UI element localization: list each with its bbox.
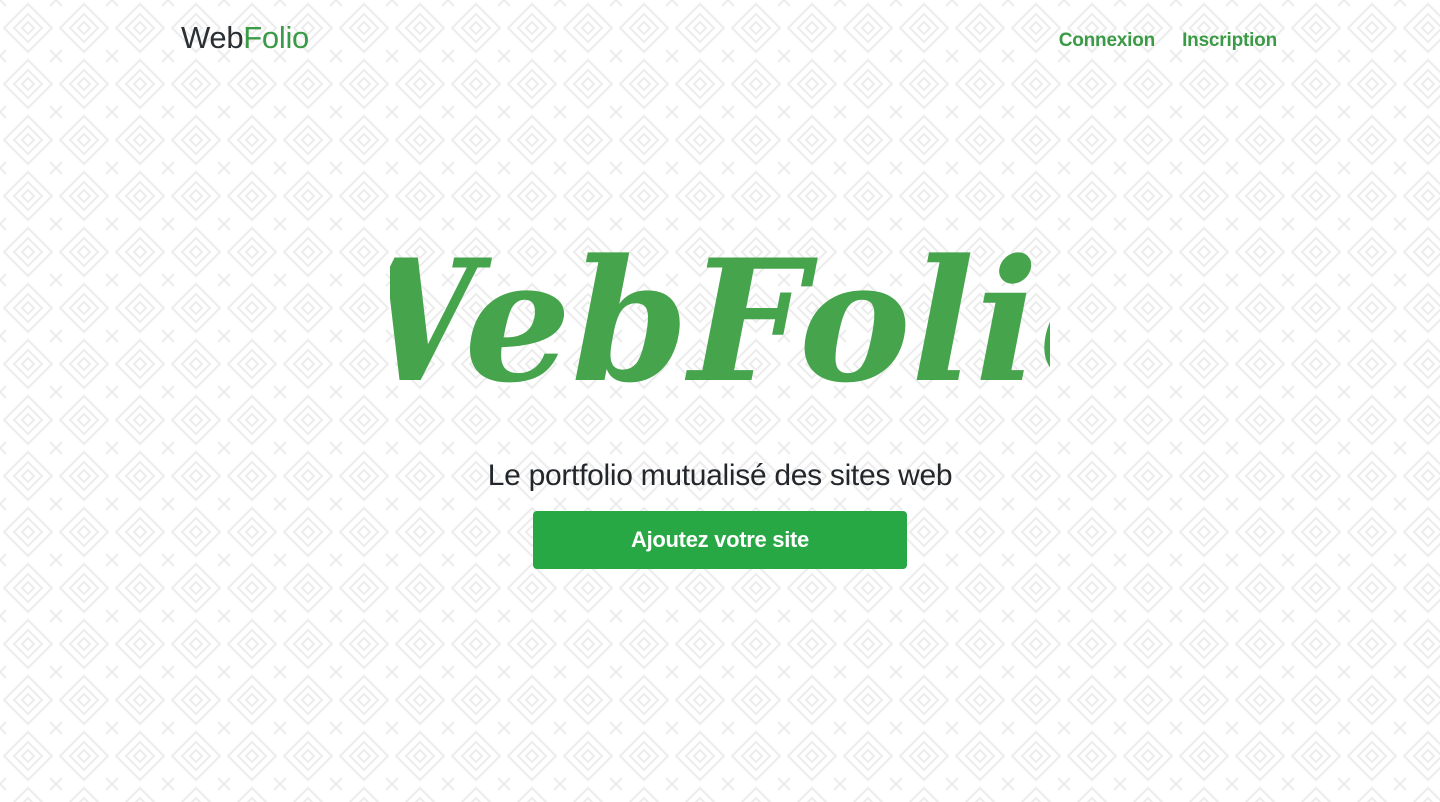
brand-logo[interactable]: WebFolio: [181, 18, 309, 58]
tagline: Le portfolio mutualisé des sites web: [487, 459, 953, 492]
brand-part-folio: Folio: [243, 20, 309, 55]
hero-logo: WebFolio: [390, 230, 1050, 420]
signup-link[interactable]: Inscription: [1182, 28, 1277, 54]
hero: WebFolio Le portfolio mutualisé des site…: [0, 230, 1440, 569]
nav-links: Connexion Inscription: [1059, 28, 1277, 54]
hero-logo-text: WebFolio: [390, 230, 1050, 420]
add-site-button[interactable]: Ajoutez votre site: [533, 511, 907, 569]
login-link[interactable]: Connexion: [1059, 28, 1156, 54]
brand-part-web: Web: [181, 20, 244, 55]
navbar: WebFolio Connexion Inscription: [0, 0, 1440, 80]
